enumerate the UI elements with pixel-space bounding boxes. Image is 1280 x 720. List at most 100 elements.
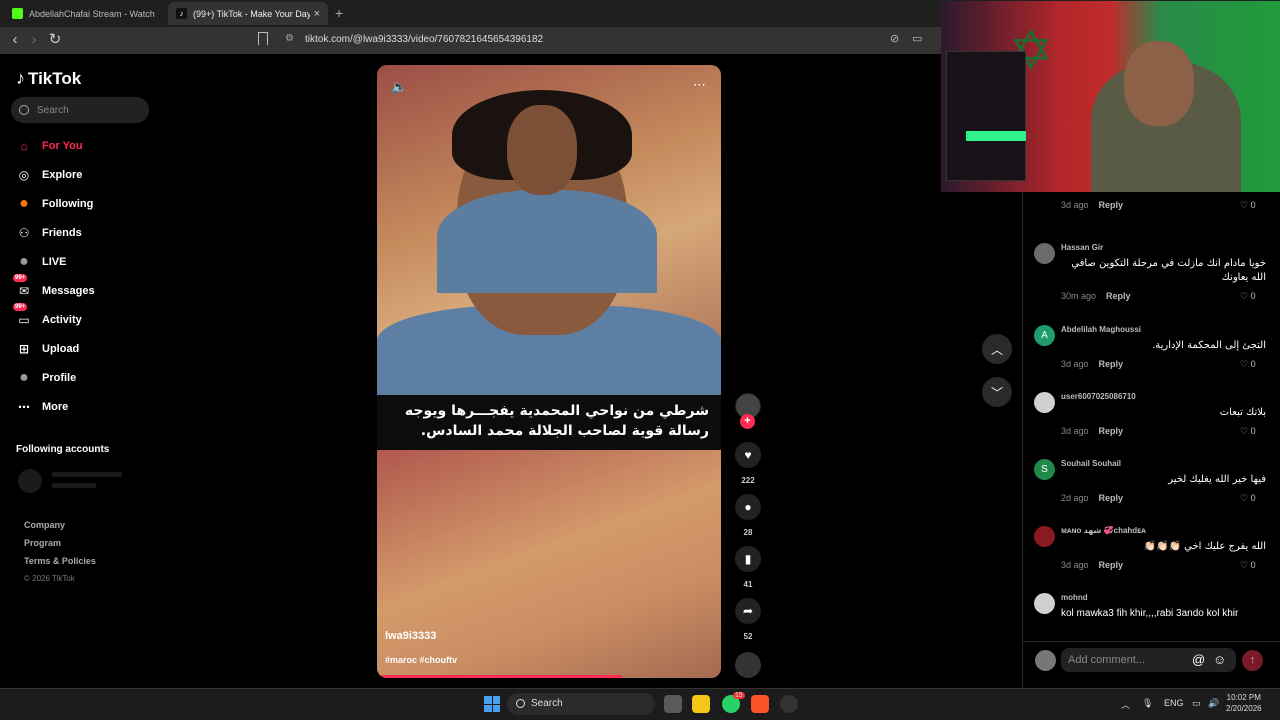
commenter-avatar[interactable] xyxy=(1034,526,1055,547)
volume-icon[interactable]: 🔊 xyxy=(1208,698,1219,709)
sidebar-item-more[interactable]: ⋯ More xyxy=(16,396,68,418)
commenter-avatar[interactable] xyxy=(1034,593,1055,614)
comment-meta: 3d ago Reply xyxy=(1061,426,1123,436)
reply-button[interactable]: Reply xyxy=(1099,426,1124,436)
sidebar-item-profile[interactable]: ● Profile xyxy=(16,367,76,389)
bookmark-icon[interactable] xyxy=(258,32,268,45)
comment-meta: 3d ago Reply xyxy=(1061,200,1123,210)
microphone-icon[interactable]: 🎙 xyxy=(1142,698,1153,709)
sidebar-item-upload[interactable]: ⊞ Upload xyxy=(16,338,79,360)
whatsapp-badge: 15 xyxy=(733,692,745,699)
video-progress-bar[interactable] xyxy=(381,675,622,678)
video-username[interactable]: lwa9i3333 xyxy=(385,630,436,642)
commenter-name[interactable]: ᴍᴀɴᴏ شهد 💞chahdᴇᴀ xyxy=(1061,526,1146,535)
sidebar-item-explore[interactable]: ◎ Explore xyxy=(16,164,83,186)
commenter-avatar[interactable]: S xyxy=(1034,459,1055,480)
no-tracking-icon[interactable]: ⊘ xyxy=(890,32,899,45)
video-hashtags[interactable]: #maroc #chouftv xyxy=(385,655,457,665)
comment-time: 2d ago xyxy=(1061,493,1089,503)
language-indicator[interactable]: ENG xyxy=(1164,698,1184,708)
sidebar-item-following[interactable]: ● Following xyxy=(16,193,93,215)
comment-like-button[interactable]: ♡ 0 xyxy=(1240,200,1256,211)
sidebar-item-for-you[interactable]: ⌂ For You xyxy=(16,135,83,157)
previous-video-button[interactable]: ︿ xyxy=(982,334,1012,364)
reply-button[interactable]: Reply xyxy=(1099,200,1124,210)
comment-like-button[interactable]: ♡ 0 xyxy=(1240,560,1256,571)
site-info-icon[interactable]: ⚙ xyxy=(285,33,294,44)
commenter-name[interactable]: mohnd xyxy=(1061,593,1088,602)
like-count: 222 xyxy=(741,476,755,485)
video-person-shirt-2 xyxy=(437,190,657,293)
task-view-icon[interactable] xyxy=(664,695,682,713)
comment-meta: 3d ago Reply xyxy=(1061,560,1123,570)
reply-button[interactable]: Reply xyxy=(1099,560,1124,570)
new-tab-button[interactable]: + xyxy=(335,5,343,21)
tiktok-logo[interactable]: ♪ TikTok xyxy=(16,68,81,89)
tray-chevron-icon[interactable]: ︿ xyxy=(1121,698,1130,711)
post-comment-button[interactable]: ↑ xyxy=(1242,650,1263,671)
reply-button[interactable]: Reply xyxy=(1106,291,1131,301)
add-comment-input[interactable]: Add comment... xyxy=(1061,648,1236,672)
footer-company-link[interactable]: Company xyxy=(24,520,65,530)
cast-icon[interactable]: ▭ xyxy=(912,32,922,45)
compass-icon: ◎ xyxy=(18,168,30,182)
video-more-icon[interactable]: ⋯ xyxy=(693,77,707,93)
comment-like-button[interactable]: ♡ 0 xyxy=(1240,493,1256,504)
comment-like-button[interactable]: ♡ 0 xyxy=(1240,291,1256,302)
browser-tab-kick[interactable]: AbdellahChafai Stream - Watch Live xyxy=(4,2,164,25)
reload-icon[interactable]: ↻ xyxy=(46,31,64,49)
commenter-name[interactable]: Souhail Souhail xyxy=(1061,459,1121,468)
sidebar-item-activity[interactable]: ▭ 99+ Activity xyxy=(13,303,82,331)
commenter-name[interactable]: user6007025086710 xyxy=(1061,392,1136,401)
share-count: 52 xyxy=(743,632,753,641)
obs-icon[interactable] xyxy=(780,695,798,713)
commenter-name[interactable]: Abdelilah Maghoussi xyxy=(1061,325,1141,334)
follow-plus-icon[interactable]: + xyxy=(740,414,755,429)
sidebar-item-live[interactable]: ● LIVE xyxy=(16,251,66,273)
taskbar-search[interactable]: Search xyxy=(507,693,655,715)
upload-icon: ⊞ xyxy=(18,342,30,356)
emoji-icon[interactable]: ☺ xyxy=(1213,652,1226,667)
brave-icon[interactable] xyxy=(751,695,769,713)
browser-tab-tiktok[interactable]: ♪ (99+) TikTok - Make Your Day × xyxy=(168,2,328,25)
url-field[interactable]: tiktok.com/@lwa9i3333/video/760782164565… xyxy=(305,34,543,45)
commenter-name[interactable]: Hassan Gir xyxy=(1061,243,1103,252)
video-player[interactable]: شرطي من نواحي المحمدية يفجـــرها ويوجه ر… xyxy=(377,65,721,678)
notification-badge: 99+ xyxy=(13,303,28,311)
network-icon[interactable]: ▭ xyxy=(1192,698,1201,709)
close-tab-icon[interactable]: × xyxy=(314,8,320,20)
next-video-button[interactable]: ﹀ xyxy=(982,377,1012,407)
share-button[interactable]: ➦ xyxy=(735,598,761,624)
my-avatar xyxy=(1035,650,1056,671)
tiktok-note-icon: ♪ xyxy=(16,68,25,88)
sidebar-item-friends[interactable]: ⚇ Friends xyxy=(16,222,82,244)
comment-like-button[interactable]: ♡ 0 xyxy=(1240,426,1256,437)
commenter-avatar[interactable] xyxy=(1034,243,1055,264)
footer-program-link[interactable]: Program xyxy=(24,538,61,548)
back-icon[interactable]: ‹ xyxy=(6,31,24,49)
windows-start-icon[interactable] xyxy=(484,696,500,712)
comment-like-button[interactable]: ♡ 0 xyxy=(1240,359,1256,370)
sidebar-item-label: For You xyxy=(42,140,83,152)
mention-icon[interactable]: @ xyxy=(1192,652,1205,667)
like-button[interactable]: ♥ xyxy=(735,442,761,468)
comment-button[interactable]: ● xyxy=(735,494,761,520)
heart-outline-icon: ♡ xyxy=(1240,359,1249,369)
reply-button[interactable]: Reply xyxy=(1099,493,1124,503)
save-button[interactable]: ▮ xyxy=(735,546,761,572)
sidebar-item-messages[interactable]: ✉ 99+ Messages xyxy=(13,274,95,302)
heart-outline-icon: ♡ xyxy=(1240,200,1249,210)
profile-avatar: ● xyxy=(19,369,29,386)
search-input[interactable]: Search xyxy=(11,97,149,123)
reply-button[interactable]: Reply xyxy=(1099,359,1124,369)
file-explorer-icon[interactable] xyxy=(692,695,710,713)
heart-icon: ♥ xyxy=(744,448,752,462)
commenter-avatar[interactable] xyxy=(1034,392,1055,413)
comment-time: 3d ago xyxy=(1061,560,1089,570)
volume-icon[interactable]: 🔈 xyxy=(391,79,407,95)
footer-terms-link[interactable]: Terms & Policies xyxy=(24,556,96,566)
taskbar-clock[interactable]: 10:02 PM 2/20/2026 xyxy=(1226,692,1262,714)
music-disc-icon[interactable] xyxy=(735,652,761,678)
commenter-avatar[interactable]: A xyxy=(1034,325,1055,346)
forward-icon[interactable]: › xyxy=(25,31,43,49)
